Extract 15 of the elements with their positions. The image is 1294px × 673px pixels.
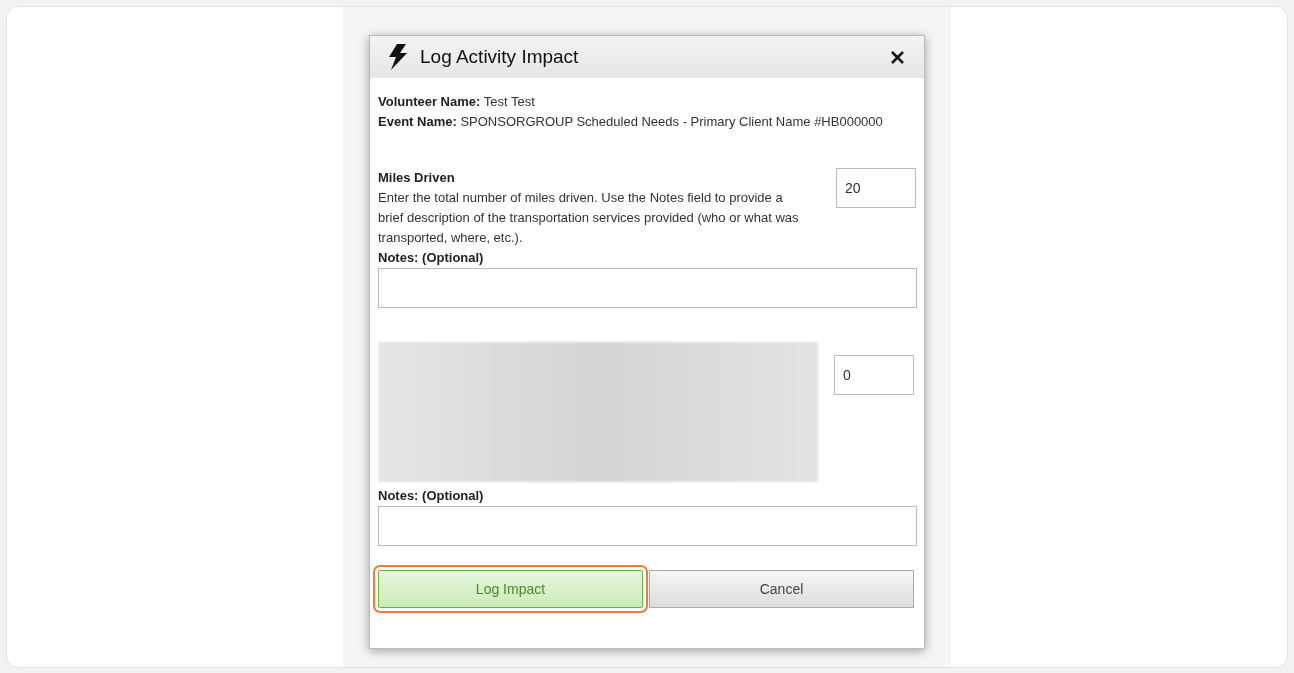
value-field[interactable]: 0 xyxy=(834,355,914,395)
notes-field[interactable] xyxy=(378,268,917,308)
notes-field[interactable] xyxy=(378,506,917,546)
notes-label: Notes: (Optional) xyxy=(378,487,485,505)
value-field[interactable]: 20 xyxy=(836,168,916,208)
lightning-icon xyxy=(388,44,408,70)
cancel-button[interactable]: Cancel xyxy=(649,570,914,608)
info-line: Volunteer Name: Test Test xyxy=(378,93,536,111)
close-button[interactable] xyxy=(888,48,906,66)
metric-description: Enter the total number of miles driven. Use the Notes field to provide a brief description of the transportation services provided (who or what was transported, where, etc.). xyxy=(378,189,800,247)
info-line: Event Name: SPONSORGROUP Scheduled Needs - Primary Client Name #HB000000 xyxy=(378,113,884,131)
close-icon xyxy=(890,50,904,64)
dialog-title: Log Activity Impact xyxy=(420,44,580,69)
metric-title: Miles Driven xyxy=(378,169,456,187)
notes-label: Notes: (Optional) xyxy=(378,249,485,267)
